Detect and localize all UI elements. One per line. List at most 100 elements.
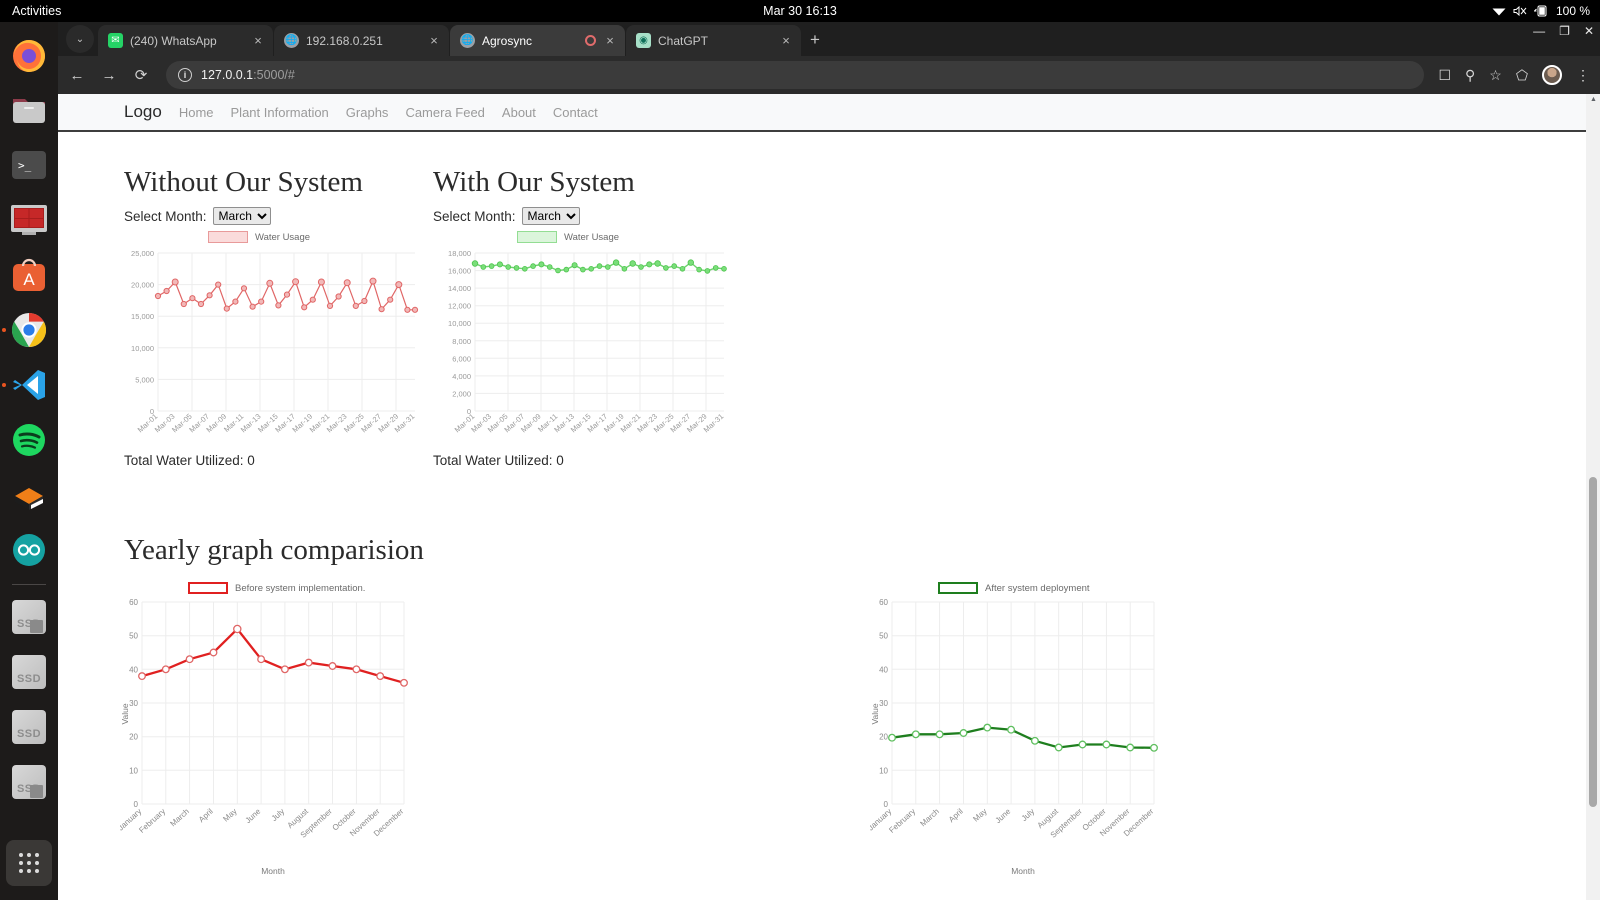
extensions-icon[interactable]: ⬠: [1516, 67, 1528, 84]
chart-monthly-without-system[interactable]: Water Usage 25,000 20,000 15,000 10,000 …: [124, 231, 424, 451]
maximize-button[interactable]: ❐: [1559, 24, 1570, 38]
dock-item-ssd-1[interactable]: SSD: [6, 594, 52, 640]
show-applications-button[interactable]: [6, 840, 52, 886]
dock-item-remmina[interactable]: [6, 197, 52, 243]
reload-button[interactable]: ⟳: [132, 66, 150, 84]
tab-search-button[interactable]: ⌄: [66, 25, 94, 53]
tab-close-button[interactable]: ×: [251, 33, 265, 48]
running-indicator: [2, 328, 6, 332]
svg-text:May: May: [221, 807, 238, 824]
svg-text:12,000: 12,000: [448, 302, 471, 311]
nav-link-contact[interactable]: Contact: [553, 105, 598, 120]
dock-item-firefox[interactable]: [6, 32, 52, 78]
scrollbar-thumb[interactable]: [1589, 477, 1597, 807]
series-before-system-implementation: [138, 624, 408, 687]
svg-text:6,000: 6,000: [452, 354, 471, 363]
close-button[interactable]: ✕: [1584, 24, 1594, 38]
browser-tab-192-168-0-251[interactable]: 🌐 192.168.0.251 ×: [274, 25, 449, 56]
back-button[interactable]: ←: [68, 67, 86, 84]
svg-text:10: 10: [129, 766, 138, 775]
svg-text:20: 20: [129, 733, 138, 742]
nav-link-camera-feed[interactable]: Camera Feed: [405, 105, 484, 120]
dock-item-vscode[interactable]: [2, 362, 52, 408]
nav-link-about[interactable]: About: [502, 105, 536, 120]
bookmark-star-icon[interactable]: ☆: [1489, 67, 1502, 84]
vscode-icon: [13, 370, 45, 400]
month-select-with-system[interactable]: March: [521, 207, 580, 225]
chart-legend[interactable]: Before system implementation.: [188, 582, 420, 594]
x-axis-tick-labels: Mar-01 Mar-03 Mar-05 Mar-07 Mar-09 Mar-1…: [453, 412, 726, 435]
tab-close-button[interactable]: ×: [427, 33, 441, 48]
dock-item-ubuntu-software[interactable]: A: [6, 252, 52, 298]
svg-text:>_: >_: [18, 159, 32, 172]
dock-item-arduino[interactable]: [6, 527, 52, 573]
x-axis-title: Month: [261, 866, 285, 876]
browser-tab-whatsapp[interactable]: ✉ (240) WhatsApp ×: [98, 25, 273, 56]
svg-text:March: March: [168, 807, 191, 829]
screencast-icon[interactable]: ☐: [1438, 67, 1451, 84]
blender-icon: [15, 488, 43, 510]
dock-separator: [12, 584, 46, 585]
dock-item-ssd-2[interactable]: SSD: [6, 649, 52, 695]
chart-yearly-before[interactable]: Before system implementation. 60 50 40 3…: [116, 582, 420, 887]
profile-avatar[interactable]: [1542, 65, 1562, 85]
whatsapp-icon: ✉: [108, 33, 123, 48]
site-logo[interactable]: Logo: [124, 102, 162, 122]
dock-item-ssd-3[interactable]: SSD: [6, 704, 52, 750]
new-tab-button[interactable]: +: [810, 30, 820, 50]
browser-tab-chatgpt[interactable]: ◉ ChatGPT ×: [626, 25, 801, 56]
chart-svg-monthly-without-system: 25,000 20,000 15,000 10,000 5,000 0 Mar-…: [131, 249, 419, 434]
site-info-icon[interactable]: i: [178, 68, 192, 82]
chart-legend[interactable]: Water Usage: [94, 231, 424, 243]
url-path: :5000/#: [253, 68, 295, 82]
svg-text:30: 30: [879, 699, 888, 708]
legend-swatch-water-usage: [207, 231, 248, 243]
system-clock[interactable]: Mar 30 16:13: [763, 4, 837, 18]
menu-kebab-icon[interactable]: ⋮: [1576, 67, 1590, 84]
svg-text:April: April: [197, 807, 215, 825]
total-water-utilized-without-system: Total Water Utilized: 0: [124, 453, 255, 468]
svg-text:4,000: 4,000: [452, 372, 471, 381]
activities-button[interactable]: Activities: [12, 4, 61, 18]
system-tray[interactable]: 100 %: [1492, 4, 1590, 18]
window-controls: — ❐ ✕: [1533, 24, 1594, 38]
scroll-up-arrow-icon[interactable]: ▲: [1590, 96, 1597, 103]
svg-text:14,000: 14,000: [448, 284, 471, 293]
forward-button[interactable]: →: [100, 67, 118, 84]
dock-item-blender[interactable]: [6, 472, 52, 518]
minimize-button[interactable]: —: [1533, 24, 1545, 38]
svg-text:50: 50: [879, 632, 888, 641]
dock-item-ssd-4[interactable]: SSD: [6, 759, 52, 805]
browser-tab-agrosync[interactable]: 🌐 Agrosync ×: [450, 25, 625, 56]
dock-item-spotify[interactable]: [6, 417, 52, 463]
wifi-icon: [1492, 6, 1506, 17]
battery-icon: [1533, 5, 1549, 17]
dock-item-terminal[interactable]: >_: [6, 142, 52, 188]
nav-link-graphs[interactable]: Graphs: [346, 105, 389, 120]
y-axis-title: Value: [120, 703, 130, 724]
chart-yearly-after[interactable]: After system deployment 60 50 40 30 20 1…: [866, 582, 1170, 887]
chart-legend[interactable]: Water Usage: [403, 231, 733, 243]
svg-text:June: June: [994, 806, 1013, 825]
month-select-without-system[interactable]: March: [212, 207, 271, 225]
address-bar[interactable]: i 127.0.0.1:5000/#: [166, 61, 1425, 89]
dock-item-google-chrome[interactable]: [2, 307, 52, 353]
dock-item-files[interactable]: [6, 87, 52, 133]
svg-text:50: 50: [129, 632, 138, 641]
legend-label-after: After system deployment: [985, 582, 1090, 594]
tab-recording-indicator-icon[interactable]: [585, 35, 596, 46]
chart-legend[interactable]: After system deployment: [938, 582, 1170, 594]
legend-swatch-after: [938, 582, 978, 594]
svg-text:8,000: 8,000: [452, 337, 471, 346]
nav-link-home[interactable]: Home: [179, 105, 214, 120]
x-axis-title: Month: [1011, 866, 1035, 876]
chart-monthly-with-system[interactable]: Water Usage 18,000 16,000 14,000 12,000 …: [433, 231, 733, 451]
zoom-icon[interactable]: ⚲: [1465, 67, 1475, 84]
tab-close-button[interactable]: ×: [603, 33, 617, 48]
tab-close-button[interactable]: ×: [779, 33, 793, 48]
chatgpt-icon: ◉: [636, 33, 651, 48]
nav-link-plant-information[interactable]: Plant Information: [231, 105, 329, 120]
page-scrollbar-vertical[interactable]: ▲: [1586, 94, 1600, 900]
y-axis-title: Value: [870, 703, 880, 724]
total-water-utilized-with-system: Total Water Utilized: 0: [433, 453, 564, 468]
